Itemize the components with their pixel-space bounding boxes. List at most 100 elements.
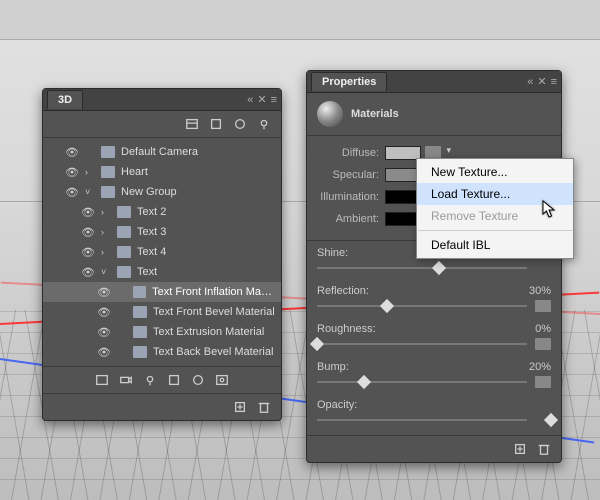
tree-item-label: Text Back Bevel Material [153,346,273,358]
filter-materials-icon[interactable] [233,117,247,131]
visibility-eye-icon[interactable]: 👁 [81,246,95,259]
tree-item-label: Text 3 [137,226,166,238]
slider-track[interactable] [317,413,551,427]
properties-section-header: Materials [307,93,561,136]
visibility-eye-icon[interactable]: 👁 [81,226,95,239]
visibility-eye-icon[interactable]: 👁 [65,186,79,199]
slider-knob[interactable] [544,413,558,427]
panel-close-icon[interactable]: ✕ [537,75,546,88]
visibility-eye-icon[interactable]: 👁 [97,286,111,299]
footer-mesh-icon[interactable] [167,373,181,387]
panel-collapse-icon[interactable]: « [527,76,533,88]
slider-knob[interactable] [432,261,446,275]
panel-collapse-icon[interactable]: « [247,94,253,106]
footer-render-icon[interactable] [215,373,229,387]
label-diffuse: Diffuse: [311,147,385,159]
tree-item-label: Text Front Bevel Material [153,306,275,318]
panel-menu-icon[interactable]: ≡ [271,94,277,106]
panel-3d: 3D « ✕ ≡ 👁Default Camera👁›Heart👁˅New Gro… [42,88,282,421]
panel-menu-icon[interactable]: ≡ [551,76,557,88]
tree-row[interactable]: 👁 Text Back Bevel Material [43,342,281,362]
delete-material-icon[interactable] [537,442,551,456]
tree-row[interactable]: 👁›Text 2 [43,202,281,222]
slider-roughness: Roughness: 0% [307,321,561,359]
tree-row[interactable]: 👁›Heart [43,162,281,182]
tab-properties[interactable]: Properties [311,72,387,91]
visibility-eye-icon[interactable]: 👁 [97,306,111,319]
slider-knob[interactable] [380,299,394,313]
filter-lights-icon[interactable] [257,117,271,131]
visibility-eye-icon[interactable]: 👁 [65,166,79,179]
visibility-eye-icon[interactable]: 👁 [97,326,111,339]
slider-knob[interactable] [357,375,371,389]
new-material-icon[interactable] [513,442,527,456]
footer-camera-icon[interactable] [119,373,133,387]
section-title: Materials [351,108,399,120]
slider-bump: Bump:20% [307,359,561,397]
slider-folder-icon[interactable] [535,338,551,350]
camera-icon [101,146,115,158]
mat-icon [133,346,147,358]
panel-3d-tabbar: 3D « ✕ ≡ [43,89,281,111]
footer-material-icon[interactable] [191,373,205,387]
slider-track[interactable] [317,261,551,275]
tree-row[interactable]: 👁 Text Extrusion Material [43,322,281,342]
slider-value[interactable]: 0% [535,323,551,335]
visibility-eye-icon[interactable]: 👁 [81,206,95,219]
scene-tree: 👁Default Camera👁›Heart👁˅New Group👁›Text … [43,138,281,366]
filter-meshes-icon[interactable] [209,117,223,131]
cursor-pointer-icon [542,200,558,220]
panel-properties-tabbar: Properties « ✕ ≡ [307,71,561,93]
slider-label: Opacity: [317,399,357,411]
tree-row[interactable]: 👁˅Text [43,262,281,282]
menu-item[interactable]: Default IBL [417,234,573,256]
menu-item[interactable]: New Texture... [417,161,573,183]
app-option-bar [0,0,600,40]
tree-row[interactable]: 👁 › Text 4 [43,242,281,262]
panel-properties-footer [307,435,561,462]
filter-scene-icon[interactable] [185,117,199,131]
tree-row[interactable]: 👁Default Camera [43,142,281,162]
slider-value[interactable]: 20% [529,361,551,373]
disclosure-icon[interactable]: ˅ [85,187,95,197]
slider-knob[interactable] [310,337,324,351]
footer-scene-icon[interactable] [95,373,109,387]
slider-track[interactable] [317,375,551,389]
visibility-eye-icon[interactable]: 👁 [65,146,79,159]
slider-track[interactable] [317,299,551,313]
visibility-eye-icon[interactable]: 👁 [97,346,111,359]
disclosure-icon[interactable]: ˅ [101,267,111,277]
disclosure-icon[interactable]: › [101,207,111,217]
panel-properties: Properties « ✕ ≡ Materials Diffuse: Spec… [306,70,562,463]
label-illumination: Illumination: [311,191,385,203]
disclosure-icon[interactable]: › [85,167,95,177]
slider-value[interactable]: 30% [529,285,551,297]
slider-folder-icon[interactable] [535,376,551,388]
mesh-icon [117,226,131,238]
panel-close-icon[interactable]: ✕ [257,93,266,106]
slider-folder-icon[interactable] [535,300,551,312]
visibility-eye-icon[interactable]: 👁 [81,266,95,279]
tab-3d[interactable]: 3D [47,90,83,109]
tree-item-label: New Group [121,186,177,198]
mesh-icon [117,266,131,278]
tree-row[interactable]: 👁 Text Front Inflation Mate... [43,282,281,302]
slider-opacity: Opacity: [307,397,561,435]
footer-light-icon[interactable] [143,373,157,387]
tree-item-label: Text Extrusion Material [153,326,264,338]
tree-item-label: Text 4 [137,246,166,258]
tree-row[interactable]: 👁 Text Front Bevel Material [43,302,281,322]
slider-label: Roughness: [317,323,376,335]
mat-icon [133,306,147,318]
delete-icon[interactable] [257,400,271,414]
new-layer-icon[interactable] [233,400,247,414]
group-icon [101,186,115,198]
tree-row[interactable]: 👁 ˅ New Group [43,182,281,202]
disclosure-icon[interactable]: › [101,247,111,257]
panel-3d-footer [43,366,281,393]
disclosure-icon[interactable]: › [101,227,111,237]
tree-row[interactable]: 👁 › Text 3 [43,222,281,242]
mat-icon [133,326,147,338]
slider-track[interactable] [317,337,551,351]
tree-item-label: Text Front Inflation Mate... [152,286,275,298]
